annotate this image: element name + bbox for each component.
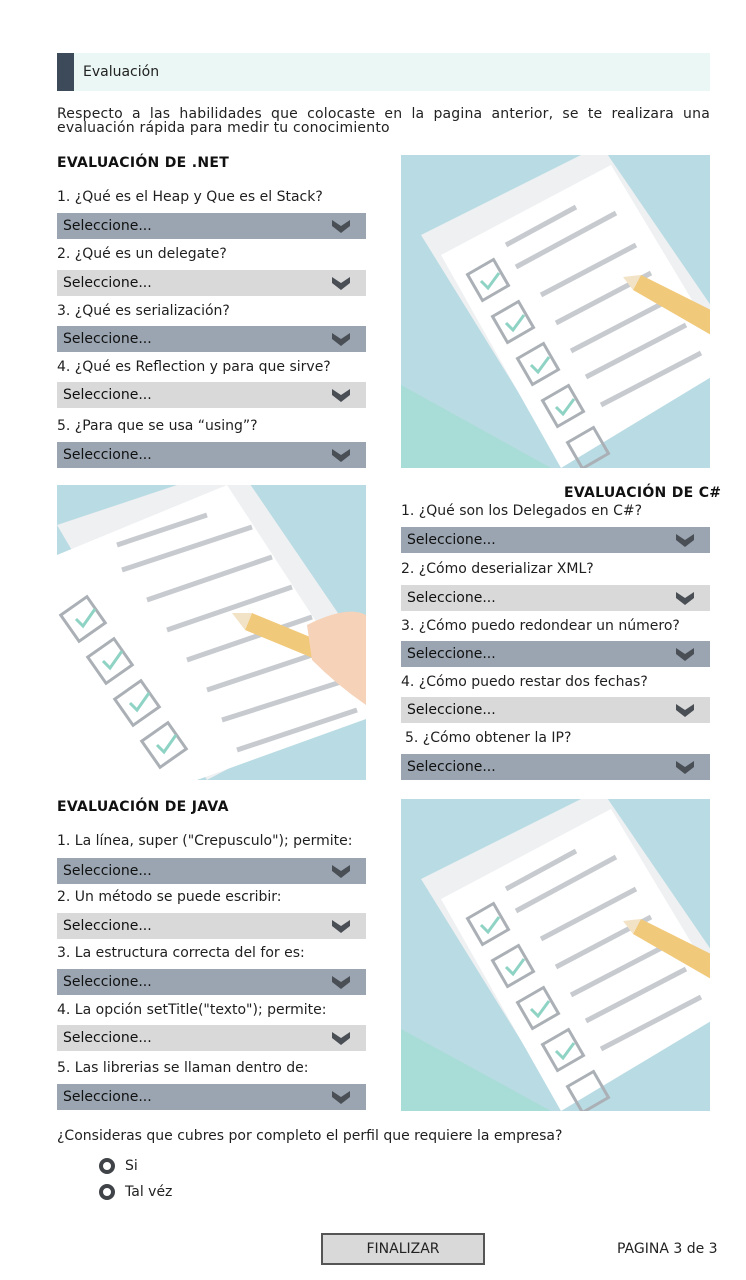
select-value: Seleccione... <box>63 387 152 403</box>
select-value: Seleccione... <box>63 863 152 879</box>
csharp-answer-5-select[interactable]: Seleccione... <box>401 754 710 780</box>
select-value: Seleccione... <box>407 702 496 718</box>
chevron-down-icon <box>676 761 694 774</box>
checklist-illustration-art <box>57 485 366 780</box>
net-question-4: 4. ¿Qué es Reflection y para que sirve? <box>57 359 331 375</box>
page-indicator: PAGINA 3 de 3 <box>617 1241 718 1257</box>
chevron-down-icon <box>332 277 350 290</box>
select-value: Seleccione... <box>407 590 496 606</box>
net-question-2: 2. ¿Qué es un delegate? <box>57 246 227 262</box>
finish-button[interactable]: FINALIZAR <box>321 1233 485 1265</box>
header-accent <box>57 53 74 91</box>
csharp-question-2: 2. ¿Cómo deserializar XML? <box>401 561 594 577</box>
radio-option-tal-vez[interactable]: Tal véz <box>99 1184 172 1200</box>
java-question-1: 1. La línea, super ("Crepusculo"); permi… <box>57 833 353 849</box>
chevron-down-icon <box>332 1032 350 1045</box>
java-answer-5-select[interactable]: Seleccione... <box>57 1084 366 1110</box>
java-question-4: 4. La opción setTitle("texto"); permite: <box>57 1002 327 1018</box>
java-section-title: EVALUACIÓN DE JAVA <box>57 799 229 815</box>
csharp-question-4: 4. ¿Cómo puedo restar dos fechas? <box>401 674 648 690</box>
csharp-section-title: EVALUACIÓN DE C# <box>564 485 722 501</box>
chevron-down-icon <box>332 976 350 989</box>
chevron-down-icon <box>332 920 350 933</box>
checklist-illustration <box>401 155 710 468</box>
java-question-2: 2. Un método se puede escribir: <box>57 889 282 905</box>
net-answer-1-select[interactable]: Seleccione... <box>57 213 366 239</box>
chevron-down-icon <box>332 449 350 462</box>
net-question-1: 1. ¿Qué es el Heap y Que es el Stack? <box>57 189 323 205</box>
select-value: Seleccione... <box>63 331 152 347</box>
select-value: Seleccione... <box>407 646 496 662</box>
net-section-title: EVALUACIÓN DE .NET <box>57 155 230 171</box>
checklist-illustration <box>57 485 366 780</box>
chevron-down-icon <box>676 704 694 717</box>
java-answer-1-select[interactable]: Seleccione... <box>57 858 366 884</box>
csharp-answer-4-select[interactable]: Seleccione... <box>401 697 710 723</box>
header-bar: Evaluación <box>57 53 710 91</box>
intro-text: Respecto a las habilidades que colocaste… <box>57 106 710 136</box>
csharp-answer-1-select[interactable]: Seleccione... <box>401 527 710 553</box>
select-value: Seleccione... <box>63 974 152 990</box>
chevron-down-icon <box>332 389 350 402</box>
page-title: Evaluación <box>83 64 160 80</box>
profile-question: ¿Consideras que cubres por completo el p… <box>57 1128 563 1144</box>
radio-button[interactable] <box>99 1184 115 1200</box>
net-answer-4-select[interactable]: Seleccione... <box>57 382 366 408</box>
select-value: Seleccione... <box>63 1089 152 1105</box>
net-answer-3-select[interactable]: Seleccione... <box>57 326 366 352</box>
csharp-question-1: 1. ¿Qué son los Delegados en C#? <box>401 503 643 519</box>
checklist-illustration-art <box>401 799 710 1111</box>
select-value: Seleccione... <box>63 1030 152 1046</box>
chevron-down-icon <box>676 592 694 605</box>
java-answer-4-select[interactable]: Seleccione... <box>57 1025 366 1051</box>
chevron-down-icon <box>676 648 694 661</box>
chevron-down-icon <box>332 220 350 233</box>
java-question-5: 5. Las librerias se llaman dentro de: <box>57 1060 309 1076</box>
chevron-down-icon <box>332 865 350 878</box>
chevron-down-icon <box>676 534 694 547</box>
select-value: Seleccione... <box>63 275 152 291</box>
select-value: Seleccione... <box>407 759 496 775</box>
chevron-down-icon <box>332 333 350 346</box>
chevron-down-icon <box>332 1091 350 1104</box>
select-value: Seleccione... <box>63 218 152 234</box>
java-answer-2-select[interactable]: Seleccione... <box>57 913 366 939</box>
csharp-answer-2-select[interactable]: Seleccione... <box>401 585 710 611</box>
checklist-illustration <box>401 799 710 1111</box>
net-question-3: 3. ¿Qué es serialización? <box>57 303 230 319</box>
select-value: Seleccione... <box>63 447 152 463</box>
java-question-3: 3. La estructura correcta del for es: <box>57 945 305 961</box>
net-answer-2-select[interactable]: Seleccione... <box>57 270 366 296</box>
checklist-illustration-art <box>401 155 710 468</box>
radio-button[interactable] <box>99 1158 115 1174</box>
csharp-answer-3-select[interactable]: Seleccione... <box>401 641 710 667</box>
java-answer-3-select[interactable]: Seleccione... <box>57 969 366 995</box>
radio-label: Si <box>125 1158 138 1174</box>
radio-option-si[interactable]: Si <box>99 1158 138 1174</box>
select-value: Seleccione... <box>407 532 496 548</box>
csharp-question-5: 5. ¿Cómo obtener la IP? <box>405 730 572 746</box>
net-answer-5-select[interactable]: Seleccione... <box>57 442 366 468</box>
radio-label: Tal véz <box>125 1184 173 1200</box>
net-question-5: 5. ¿Para que se usa “using”? <box>57 418 258 434</box>
csharp-question-3: 3. ¿Cómo puedo redondear un número? <box>401 618 680 634</box>
select-value: Seleccione... <box>63 918 152 934</box>
